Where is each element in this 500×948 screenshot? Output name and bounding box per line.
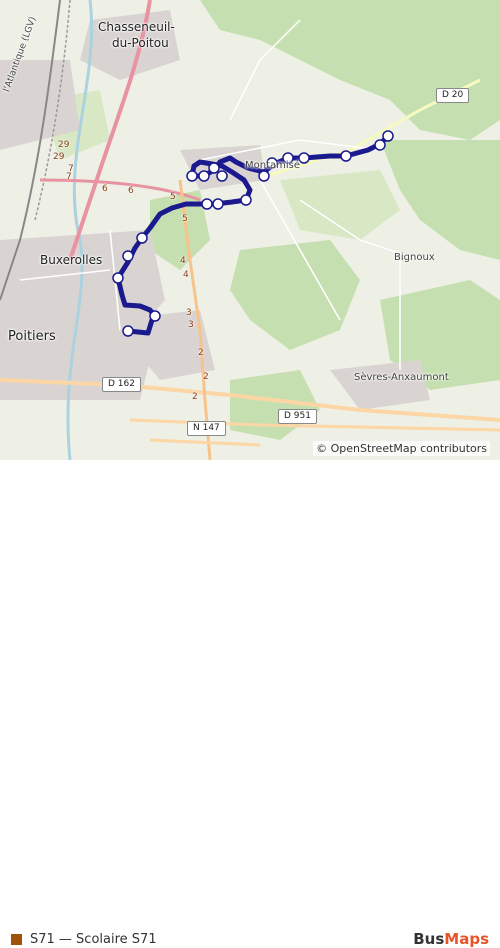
brand-part-1: Bus — [413, 930, 445, 948]
road-marker: 5 — [170, 192, 176, 202]
place-label-bignoux: Bignoux — [394, 252, 435, 263]
place-label-du-poitou: du-Poitou — [112, 36, 169, 50]
road-shield-d162: D 162 — [102, 377, 141, 392]
place-label-chasseneuil: Chasseneuil- — [98, 20, 175, 34]
place-label-montamise: Montamisé — [245, 160, 301, 171]
road-marker: 5 — [182, 214, 188, 224]
bus-stop[interactable] — [186, 170, 198, 182]
bus-stop[interactable] — [216, 170, 228, 182]
bus-stop[interactable] — [136, 232, 148, 244]
road-marker: 2 — [198, 348, 204, 358]
road-marker: 6 — [102, 184, 108, 194]
road-marker: 4 — [180, 256, 186, 266]
bus-stop[interactable] — [208, 162, 220, 174]
road-marker: 6 — [128, 186, 134, 196]
bus-stop[interactable] — [122, 250, 134, 262]
bus-stop[interactable] — [112, 272, 124, 284]
legend-footer: S71 — Scolaire S71 BusMaps — [0, 460, 500, 948]
map-attribution[interactable]: © OpenStreetMap contributors — [313, 441, 490, 456]
bus-stop[interactable] — [212, 198, 224, 210]
bus-stop[interactable] — [240, 194, 252, 206]
bus-stop[interactable] — [374, 139, 386, 151]
road-marker: 3 — [188, 320, 194, 330]
road-marker: 7 — [66, 172, 72, 182]
route-color-swatch — [11, 934, 22, 945]
road-marker: 2 — [192, 392, 198, 402]
bus-stop[interactable] — [201, 198, 213, 210]
bus-stop[interactable] — [298, 152, 310, 164]
road-marker: 29 — [53, 152, 65, 162]
place-label-sevres-anxaumont: Sèvres-Anxaumont — [354, 372, 449, 383]
road-marker: 29 — [58, 140, 70, 150]
road-marker: 2 — [203, 372, 209, 382]
bus-stop[interactable] — [122, 325, 134, 337]
road-marker: 3 — [186, 308, 192, 318]
road-shield-d20: D 20 — [436, 88, 470, 103]
map-canvas[interactable]: Chasseneuil- du-Poitou Buxerolles Poitie… — [0, 0, 500, 460]
bus-stop[interactable] — [258, 170, 270, 182]
road-marker: 4 — [183, 270, 189, 280]
bus-stop[interactable] — [382, 130, 394, 142]
map-layer — [0, 0, 500, 460]
bus-stop[interactable] — [198, 170, 210, 182]
place-label-poitiers: Poitiers — [8, 329, 56, 344]
road-shield-d951: D 951 — [278, 409, 317, 424]
place-label-buxerolles: Buxerolles — [40, 253, 103, 267]
brand-part-2: Maps — [444, 930, 489, 948]
route-legend-label: S71 — Scolaire S71 — [30, 932, 157, 947]
busmaps-logo[interactable]: BusMaps — [413, 930, 489, 948]
bus-stop[interactable] — [149, 310, 161, 322]
road-shield-n147: N 147 — [187, 421, 226, 436]
bus-stop[interactable] — [340, 150, 352, 162]
